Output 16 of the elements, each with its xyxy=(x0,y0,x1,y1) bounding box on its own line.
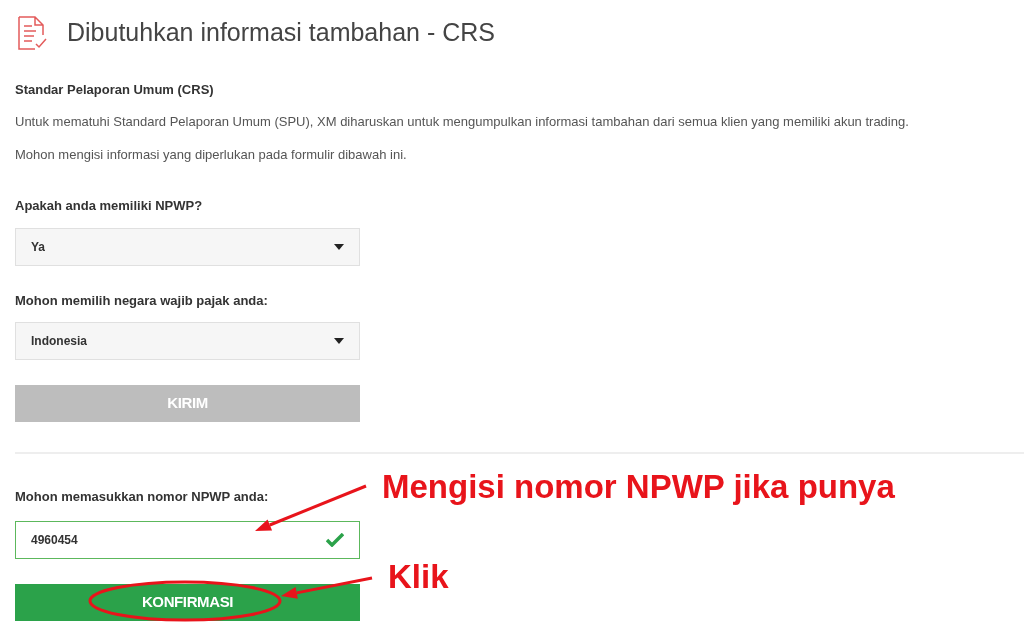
field-label: Mohon memasukkan nomor NPWP anda: xyxy=(15,488,269,506)
section-heading: Standar Pelaporan Umum (CRS) xyxy=(15,80,215,99)
checkmark-icon xyxy=(326,532,344,547)
info-paragraph: Untuk mematuhi Standard Pelaporan Umum (SPU), XM diharuskan untuk mengumpulkan informasi tambahan dari semua klien yang memiliki akun trading. xyxy=(15,113,910,131)
info-paragraph: Mohon mengisi informasi yang diperlukan pada formulir dibawah ini. xyxy=(15,145,408,164)
caret-icon xyxy=(334,338,344,344)
npwp-input-field[interactable]: 4960454 xyxy=(15,520,360,559)
dropdown-select[interactable]: Ya xyxy=(15,227,360,266)
page-title: Dibutuhkan informasi tambahan - CRS xyxy=(67,17,495,48)
dropdown-select[interactable]: Indonesia xyxy=(15,322,360,360)
caret-icon xyxy=(334,243,344,250)
annotation-text: Mengisi nomor NPWP jika punya xyxy=(382,467,895,507)
field-label: Apakah anda memiliki NPWP? xyxy=(15,197,203,215)
annotation-text: Klik xyxy=(388,557,449,597)
document-check-icon xyxy=(17,15,49,50)
field-label: Mohon memilih negara wajib pajak anda: xyxy=(15,291,268,310)
